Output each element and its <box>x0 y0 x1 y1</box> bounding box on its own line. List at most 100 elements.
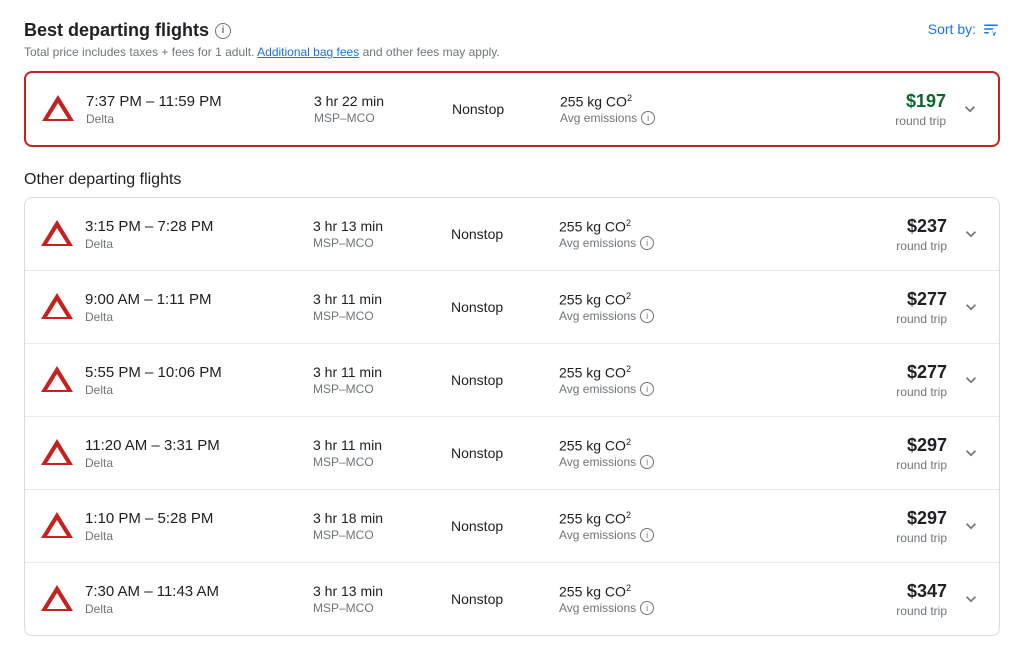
emissions-sub: Avg emissions i <box>559 528 839 542</box>
flight-item[interactable]: 9:00 AM – 1:11 PM Delta 3 hr 11 min MSP–… <box>25 271 999 344</box>
expand-chevron[interactable] <box>955 443 987 463</box>
flight-price: $297 <box>847 435 947 456</box>
best-flight-row[interactable]: 7:37 PM – 11:59 PM Delta 3 hr 22 min MSP… <box>26 73 998 145</box>
flight-emissions-col: 255 kg CO2 Avg emissions i <box>559 583 839 616</box>
expand-chevron[interactable] <box>955 589 987 609</box>
flight-duration: 3 hr 11 min <box>313 291 443 307</box>
best-flight-card[interactable]: 7:37 PM – 11:59 PM Delta 3 hr 22 min MSP… <box>24 71 1000 147</box>
flight-time-col: 5:55 PM – 10:06 PM Delta <box>85 364 305 397</box>
emissions-info-icon[interactable]: i <box>640 455 654 469</box>
emissions-info-icon[interactable]: i <box>640 601 654 615</box>
flight-item[interactable]: 7:30 AM – 11:43 AM Delta 3 hr 13 min MSP… <box>25 563 999 635</box>
price-label: round trip <box>847 458 947 472</box>
emissions-value: 255 kg CO2 <box>559 364 839 381</box>
sort-by-label: Sort by: <box>928 21 976 37</box>
price-label: round trip <box>847 604 947 618</box>
page-header: Best departing flights i Total price inc… <box>24 20 1000 59</box>
sort-by-control[interactable]: Sort by: <box>928 20 1000 38</box>
flight-route: MSP–MCO <box>313 309 443 323</box>
flight-route: MSP–MCO <box>313 382 443 396</box>
flight-duration: 3 hr 22 min <box>314 93 444 109</box>
emissions-value: 255 kg CO2 <box>559 218 839 235</box>
sort-icon <box>982 20 1000 38</box>
flight-duration-col: 3 hr 11 min MSP–MCO <box>313 291 443 323</box>
expand-chevron[interactable] <box>955 297 987 317</box>
flight-price-col: $277 round trip <box>847 362 947 399</box>
airline-name: Delta <box>85 456 305 470</box>
flight-item[interactable]: 5:55 PM – 10:06 PM Delta 3 hr 11 min MSP… <box>25 344 999 417</box>
flight-emissions-col: 255 kg CO2 Avg emissions i <box>559 291 839 324</box>
other-flights-section: Other departing flights 3:15 PM – 7:28 P… <box>24 171 1000 636</box>
flight-duration-col: 3 hr 11 min MSP–MCO <box>313 437 443 469</box>
flight-price: $277 <box>847 289 947 310</box>
airline-logo <box>37 579 77 619</box>
airline-name: Delta <box>85 529 305 543</box>
emissions-info-icon[interactable]: i <box>640 528 654 542</box>
price-label: round trip <box>847 239 947 253</box>
price-label: round trip <box>847 312 947 326</box>
flight-time: 7:37 PM – 11:59 PM <box>86 93 306 110</box>
price-label: round trip <box>846 114 946 128</box>
emissions-value: 255 kg CO2 <box>559 510 839 527</box>
emissions-value: 255 kg CO2 <box>559 437 839 454</box>
flight-stops: Nonstop <box>451 226 551 242</box>
flight-duration-col: 3 hr 22 min MSP–MCO <box>314 93 444 125</box>
flight-stops: Nonstop <box>451 299 551 315</box>
flight-route: MSP–MCO <box>314 111 444 125</box>
emissions-value: 255 kg CO2 <box>559 583 839 600</box>
other-flights-title: Other departing flights <box>24 171 1000 189</box>
emissions-value: 255 kg CO2 <box>560 93 838 110</box>
flight-duration: 3 hr 11 min <box>313 364 443 380</box>
flight-price: $347 <box>847 581 947 602</box>
emissions-sub: Avg emissions i <box>559 382 839 396</box>
airline-name: Delta <box>85 383 305 397</box>
emissions-info-icon[interactable]: i <box>641 111 655 125</box>
flight-item[interactable]: 11:20 AM – 3:31 PM Delta 3 hr 11 min MSP… <box>25 417 999 490</box>
flight-item[interactable]: 3:15 PM – 7:28 PM Delta 3 hr 13 min MSP–… <box>25 198 999 271</box>
bag-fees-link[interactable]: Additional bag fees <box>257 45 359 59</box>
expand-chevron[interactable] <box>955 516 987 536</box>
emissions-sub: Avg emissions i <box>560 111 838 125</box>
expand-chevron[interactable] <box>955 224 987 244</box>
flight-duration: 3 hr 13 min <box>313 218 443 234</box>
emissions-sub: Avg emissions i <box>559 455 839 469</box>
flight-emissions-col: 255 kg CO2 Avg emissions i <box>559 364 839 397</box>
flight-duration-col: 3 hr 18 min MSP–MCO <box>313 510 443 542</box>
flight-emissions-col: 255 kg CO2 Avg emissions i <box>560 93 838 126</box>
airline-name: Delta <box>86 112 306 126</box>
emissions-sub: Avg emissions i <box>559 236 839 250</box>
airline-logo <box>37 433 77 473</box>
flight-price: $297 <box>847 508 947 529</box>
flight-stops: Nonstop <box>451 591 551 607</box>
expand-chevron[interactable] <box>954 99 986 119</box>
flight-price: $197 <box>846 91 946 112</box>
emissions-sub: Avg emissions i <box>559 309 839 323</box>
price-label: round trip <box>847 385 947 399</box>
flight-emissions-col: 255 kg CO2 Avg emissions i <box>559 437 839 470</box>
flight-time: 7:30 AM – 11:43 AM <box>85 583 305 600</box>
flight-time-col: 3:15 PM – 7:28 PM Delta <box>85 218 305 251</box>
flight-time: 9:00 AM – 1:11 PM <box>85 291 305 308</box>
flight-duration-col: 3 hr 13 min MSP–MCO <box>313 218 443 250</box>
flight-time: 11:20 AM – 3:31 PM <box>85 437 305 454</box>
flight-stops: Nonstop <box>451 518 551 534</box>
title-info-icon[interactable]: i <box>215 23 231 39</box>
expand-chevron[interactable] <box>955 370 987 390</box>
flight-price: $237 <box>847 216 947 237</box>
airline-logo <box>37 287 77 327</box>
flight-stops: Nonstop <box>451 445 551 461</box>
airline-name: Delta <box>85 602 305 616</box>
emissions-info-icon[interactable]: i <box>640 382 654 396</box>
airline-logo <box>38 89 78 129</box>
flight-item[interactable]: 1:10 PM – 5:28 PM Delta 3 hr 18 min MSP–… <box>25 490 999 563</box>
airline-name: Delta <box>85 237 305 251</box>
flight-time-col: 7:37 PM – 11:59 PM Delta <box>86 93 306 126</box>
flights-list: 3:15 PM – 7:28 PM Delta 3 hr 13 min MSP–… <box>24 197 1000 636</box>
flight-duration-col: 3 hr 13 min MSP–MCO <box>313 583 443 615</box>
flight-time-col: 11:20 AM – 3:31 PM Delta <box>85 437 305 470</box>
emissions-info-icon[interactable]: i <box>640 236 654 250</box>
emissions-value: 255 kg CO2 <box>559 291 839 308</box>
airline-logo <box>37 214 77 254</box>
flight-duration-col: 3 hr 11 min MSP–MCO <box>313 364 443 396</box>
emissions-info-icon[interactable]: i <box>640 309 654 323</box>
